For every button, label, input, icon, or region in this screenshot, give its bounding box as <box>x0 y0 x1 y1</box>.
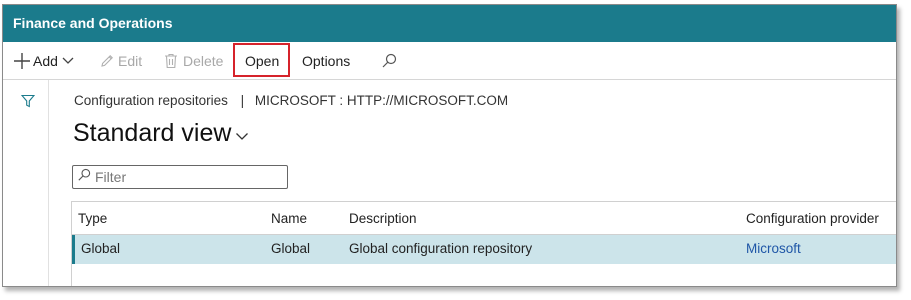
edit-button[interactable]: Edit <box>99 50 142 72</box>
options-button[interactable]: Options <box>302 50 350 72</box>
cell-type: Global <box>81 241 121 256</box>
repositories-grid: Type Name Description Configuration prov… <box>71 201 896 286</box>
plus-icon <box>13 52 31 70</box>
search-icon <box>381 53 397 69</box>
view-selector[interactable]: Standard view <box>73 119 249 148</box>
open-button[interactable]: Open <box>245 50 279 72</box>
app-title: Finance and Operations <box>3 5 896 42</box>
cell-provider-link[interactable]: Microsoft <box>746 240 801 258</box>
trash-icon <box>164 53 178 69</box>
funnel-icon[interactable] <box>20 94 36 113</box>
column-header-description[interactable]: Description <box>349 210 417 228</box>
cell-description: Global configuration repository <box>349 241 533 256</box>
column-header-type[interactable]: Type <box>78 210 107 228</box>
add-button-label: Add <box>33 53 58 69</box>
column-header-name[interactable]: Name <box>271 210 307 228</box>
search-button[interactable] <box>381 50 397 72</box>
delete-button[interactable]: Delete <box>164 50 223 72</box>
column-header-provider[interactable]: Configuration provider <box>746 210 879 228</box>
table-row[interactable]: Global Global Global configuration repos… <box>72 235 896 264</box>
breadcrumb-separator: | <box>240 93 245 108</box>
breadcrumb-page: Configuration repositories <box>74 93 228 108</box>
options-button-label: Options <box>302 53 351 69</box>
chevron-down-icon <box>231 119 249 148</box>
open-button-label: Open <box>245 53 280 69</box>
filter-pane <box>3 80 49 286</box>
pencil-icon <box>99 53 115 69</box>
breadcrumb-record: MICROSOFT : HTTP://MICROSOFT.COM <box>254 93 509 108</box>
cell-name: Global <box>271 241 311 256</box>
breadcrumb: Configuration repositories | MICROSOFT :… <box>74 93 508 108</box>
action-pane: Add Edit Delete Open Options <box>3 42 896 80</box>
chevron-down-icon[interactable] <box>62 57 74 65</box>
delete-button-label: Delete <box>183 53 224 69</box>
add-button[interactable]: Add <box>13 50 74 72</box>
filter-input[interactable] <box>91 169 275 185</box>
edit-button-label: Edit <box>118 53 143 69</box>
app-window: Finance and Operations Add Edit Delete O… <box>2 4 897 287</box>
search-icon <box>77 168 91 187</box>
page-title: Standard view <box>73 119 232 147</box>
grid-header: Type Name Description Configuration prov… <box>72 202 896 235</box>
filter-field[interactable] <box>72 165 288 189</box>
